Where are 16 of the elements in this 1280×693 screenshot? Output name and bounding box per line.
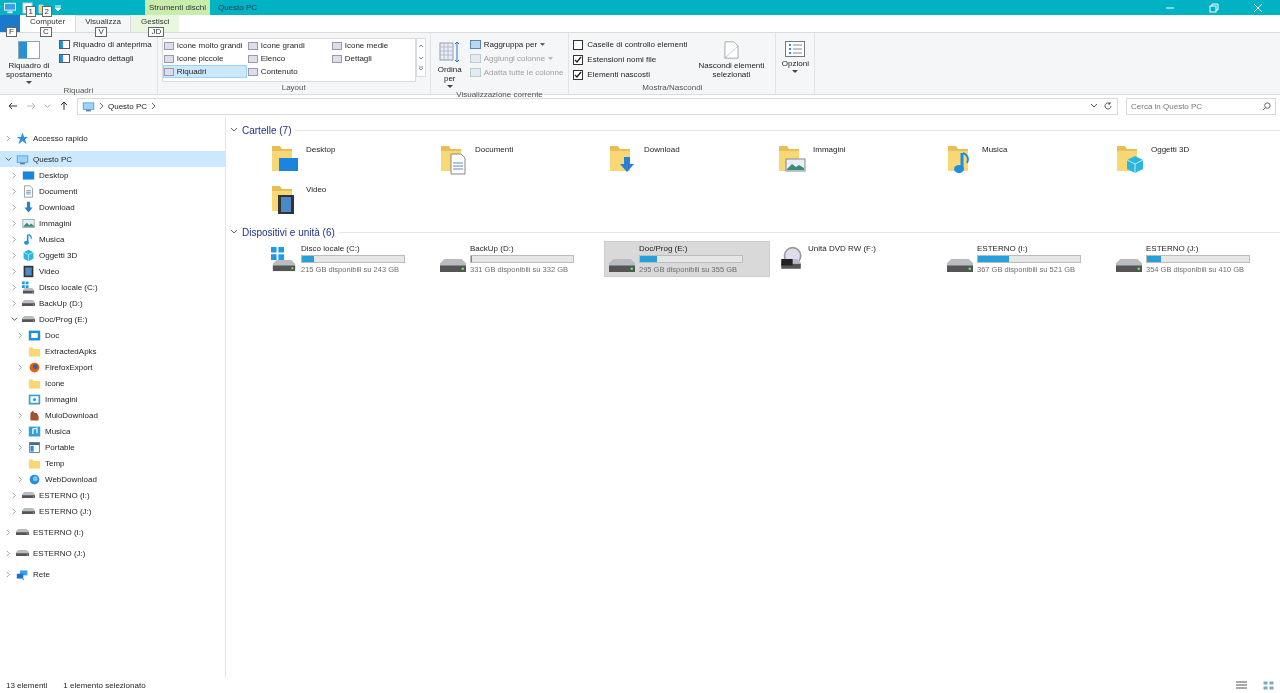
item-count: 13 elementi <box>6 681 48 690</box>
window-title: Questo PC <box>217 3 258 12</box>
drive-name: ESTERNO (I:) <box>977 244 1029 253</box>
drive-name: Doc/Prog (E:) <box>639 244 689 253</box>
group-label: Layout <box>280 82 307 94</box>
keytip-tooltip: 1 <box>25 5 36 17</box>
selection-count: 1 elemento selezionato <box>63 681 146 690</box>
context-tab-label: Strumenti dischi <box>145 0 210 15</box>
drive-name: ESTERNO (J:) <box>1146 244 1200 253</box>
drive-name: Disco locale (C:) <box>301 244 361 253</box>
keytip-tooltip: V <box>95 27 107 37</box>
group-label: Mostra/Nascondi <box>641 82 704 94</box>
group-label: Riquadri <box>62 85 95 97</box>
keytip-tooltip: 2 <box>41 5 52 17</box>
drive-name: Unità DVD RW (F:) <box>808 244 876 253</box>
drive-name: BackUp (D:) <box>470 244 515 253</box>
